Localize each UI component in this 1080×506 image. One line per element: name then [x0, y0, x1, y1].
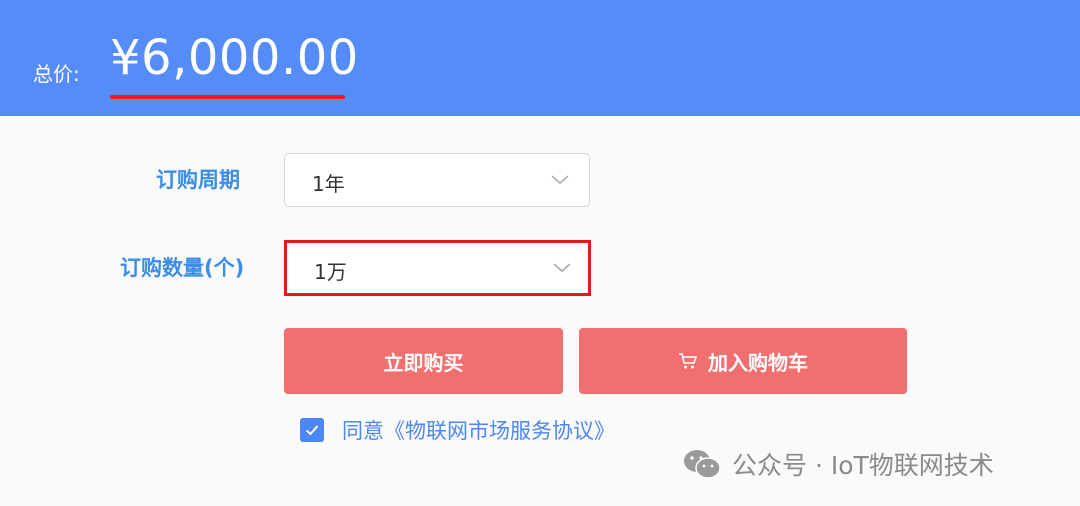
quantity-select[interactable]: 1万	[286, 241, 592, 295]
total-price-value: ¥6,000.00	[110, 30, 359, 86]
check-icon	[305, 425, 319, 436]
watermark-text: 公众号 · IoT物联网技术	[732, 451, 994, 480]
watermark: 公众号 · IoT物联网技术	[682, 444, 994, 484]
wechat-icon	[684, 450, 721, 479]
agreement-prefix: 同意	[342, 419, 384, 443]
total-price-label: 总价:	[33, 62, 80, 86]
chevron-down-icon	[551, 175, 569, 185]
buy-now-button[interactable]: 立即购买	[284, 328, 563, 394]
price-header: 总价: ¥6,000.00	[0, 0, 1080, 116]
add-to-cart-button[interactable]: 加入购物车	[579, 328, 907, 394]
period-label: 订购周期	[156, 168, 240, 192]
quantity-select-value: 1万	[314, 260, 347, 284]
quantity-label: 订购数量(个)	[120, 256, 245, 280]
period-select-value: 1年	[312, 172, 345, 196]
add-to-cart-label: 加入购物车	[708, 350, 808, 375]
cart-icon	[679, 353, 698, 369]
chevron-down-icon	[553, 263, 571, 273]
agreement-row: 同意 《物联网市场服务协议》	[300, 417, 615, 443]
buy-now-label: 立即购买	[383, 350, 464, 375]
price-highlight-underline	[110, 95, 345, 99]
period-select[interactable]: 1年	[284, 153, 590, 207]
agreement-checkbox[interactable]	[300, 418, 324, 442]
agreement-link[interactable]: 《物联网市场服务协议》	[384, 415, 615, 445]
